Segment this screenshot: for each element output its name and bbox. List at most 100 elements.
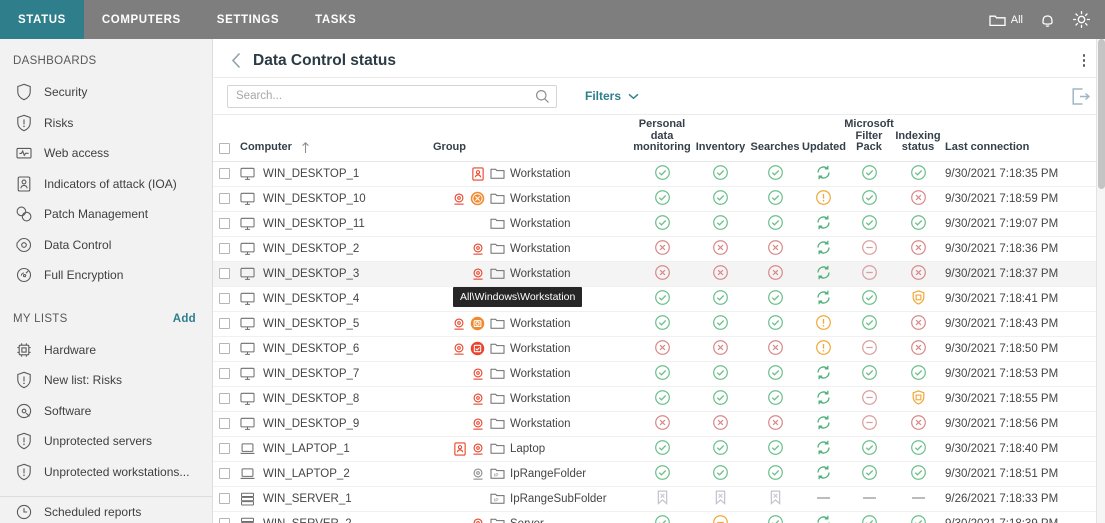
column-last-connection[interactable]: Last connection — [942, 115, 1094, 161]
table-row[interactable]: WIN_DESKTOP_2Workstation9/30/2021 7:18:3… — [213, 236, 1105, 261]
badge-camera-orange-icon[interactable] — [470, 316, 485, 331]
sidebar-item-risks[interactable]: Risks — [0, 108, 212, 139]
scope-selector[interactable]: All — [989, 13, 1023, 27]
computer-name[interactable]: WIN_DESKTOP_1 — [263, 168, 359, 180]
table-row[interactable]: WIN_DESKTOP_4All\Windows\Workstation9/30… — [213, 286, 1105, 311]
badge-gear-red-icon[interactable] — [471, 242, 485, 256]
search-input[interactable] — [236, 90, 535, 102]
row-checkbox[interactable] — [219, 168, 230, 179]
column-indexing-status[interactable]: Indexing status — [894, 115, 942, 161]
topnav-computers[interactable]: COMPUTERS — [84, 0, 199, 39]
table-row[interactable]: WIN_SERVER_2Server9/30/2021 7:18:39 PM — [213, 511, 1105, 523]
sidebar-item-patch-management[interactable]: Patch Management — [0, 199, 212, 230]
sidebar-item-unprotected-workstations[interactable]: Unprotected workstations... — [0, 457, 212, 488]
sidebar-item-security[interactable]: Security — [0, 77, 212, 108]
table-row[interactable]: WIN_DESKTOP_7Workstation9/30/2021 7:18:5… — [213, 361, 1105, 386]
table-row[interactable]: WIN_DESKTOP_1Workstation9/30/2021 7:18:3… — [213, 161, 1105, 186]
column-personal-data-monitoring[interactable]: Personal data monitoring — [631, 115, 693, 161]
badge-block-orange-icon[interactable] — [470, 191, 485, 206]
computer-name[interactable]: WIN_LAPTOP_1 — [263, 443, 350, 455]
row-checkbox[interactable] — [219, 518, 230, 523]
sidebar-item-software[interactable]: Software — [0, 396, 212, 427]
row-checkbox[interactable] — [219, 243, 230, 254]
table-row[interactable]: WIN_DESKTOP_10Workstation9/30/2021 7:18:… — [213, 186, 1105, 211]
settings-button[interactable] — [1072, 10, 1091, 29]
select-all-checkbox[interactable] — [219, 143, 230, 154]
computer-name[interactable]: WIN_DESKTOP_5 — [263, 318, 359, 330]
row-checkbox[interactable] — [219, 343, 230, 354]
page-kebab-menu-icon[interactable] — [1075, 54, 1093, 67]
sidebar-item-data-control[interactable]: Data Control — [0, 230, 212, 261]
row-checkbox[interactable] — [219, 443, 230, 454]
row-checkbox[interactable] — [219, 293, 230, 304]
topnav-status[interactable]: STATUS — [0, 0, 84, 39]
badge-gear-red-icon[interactable] — [452, 317, 466, 331]
badge-gear-red-icon[interactable] — [471, 417, 485, 431]
computer-name[interactable]: WIN_DESKTOP_2 — [263, 243, 359, 255]
badge-gear-red-icon[interactable] — [471, 442, 485, 456]
computer-name[interactable]: WIN_SERVER_2 — [263, 518, 352, 523]
topnav-tasks[interactable]: TASKS — [297, 0, 374, 39]
computer-name[interactable]: WIN_DESKTOP_8 — [263, 393, 359, 405]
row-checkbox[interactable] — [219, 468, 230, 479]
topnav-settings[interactable]: SETTINGS — [199, 0, 297, 39]
sidebar-item-unprotected-servers[interactable]: Unprotected servers — [0, 426, 212, 457]
badge-gear-red-icon[interactable] — [471, 367, 485, 381]
table-row[interactable]: WIN_SERVER_1IPIpRangeSubFolder9/26/2021 … — [213, 486, 1105, 511]
computer-name[interactable]: WIN_DESKTOP_6 — [263, 343, 359, 355]
computer-name[interactable]: WIN_DESKTOP_9 — [263, 418, 359, 430]
scrollbar-thumb[interactable] — [1098, 39, 1105, 189]
sidebar-item-indicators-of-attack-ioa[interactable]: Indicators of attack (IOA) — [0, 169, 212, 200]
badge-gear-red-icon[interactable] — [452, 342, 466, 356]
badge-gear-red-icon[interactable] — [471, 517, 485, 523]
row-checkbox[interactable] — [219, 418, 230, 429]
row-checkbox[interactable] — [219, 268, 230, 279]
table-row[interactable]: WIN_DESKTOP_8Workstation9/30/2021 7:18:5… — [213, 386, 1105, 411]
table-row[interactable]: WIN_DESKTOP_5Workstation9/30/2021 7:18:4… — [213, 311, 1105, 336]
search-box[interactable] — [227, 85, 557, 108]
row-checkbox[interactable] — [219, 193, 230, 204]
filters-button[interactable]: Filters — [585, 89, 639, 103]
table-row[interactable]: WIN_DESKTOP_3Workstation9/30/2021 7:18:3… — [213, 261, 1105, 286]
computer-name[interactable]: WIN_DESKTOP_4 — [263, 293, 359, 305]
computer-name[interactable]: WIN_LAPTOP_2 — [263, 468, 350, 480]
column-searches[interactable]: Searches — [748, 115, 802, 161]
computer-name[interactable]: WIN_DESKTOP_11 — [263, 218, 365, 230]
row-checkbox[interactable] — [219, 368, 230, 379]
table-row[interactable]: WIN_LAPTOP_1Laptop9/30/2021 7:18:40 PM — [213, 436, 1105, 461]
table-row[interactable]: WIN_LAPTOP_2IPIpRangeFolder9/30/2021 7:1… — [213, 461, 1105, 486]
search-icon[interactable] — [535, 89, 550, 104]
computer-name[interactable]: WIN_DESKTOP_7 — [263, 368, 359, 380]
row-checkbox[interactable] — [219, 218, 230, 229]
row-checkbox[interactable] — [219, 493, 230, 504]
sidebar-item-scheduled-reports[interactable]: Scheduled reports — [0, 497, 212, 523]
computer-name[interactable]: WIN_SERVER_1 — [263, 493, 352, 505]
row-checkbox[interactable] — [219, 318, 230, 329]
table-row[interactable]: WIN_DESKTOP_6Workstation9/30/2021 7:18:5… — [213, 336, 1105, 361]
sidebar-item-hardware[interactable]: Hardware — [0, 335, 212, 366]
badge-person-red-icon[interactable] — [453, 442, 467, 456]
sidebar-item-new-list-risks[interactable]: New list: Risks — [0, 365, 212, 396]
table-row[interactable]: WIN_DESKTOP_9Workstation9/30/2021 7:18:5… — [213, 411, 1105, 436]
column-group[interactable]: Group — [431, 115, 631, 161]
notifications-button[interactable] — [1039, 11, 1056, 29]
badge-gear-red-icon[interactable] — [471, 267, 485, 281]
column-computer[interactable]: Computer — [235, 115, 431, 161]
column-inventory[interactable]: Inventory — [693, 115, 748, 161]
sidebar-item-full-encryption[interactable]: Full Encryption — [0, 260, 212, 291]
badge-gear-red-icon[interactable] — [452, 192, 466, 206]
badge-gear-gray-icon[interactable] — [471, 467, 485, 481]
badge-person-red-icon[interactable] — [471, 167, 485, 181]
table-row[interactable]: WIN_DESKTOP_11Workstation9/30/2021 7:19:… — [213, 211, 1105, 236]
computer-name[interactable]: WIN_DESKTOP_3 — [263, 268, 359, 280]
chevron-left-icon[interactable] — [227, 52, 245, 70]
row-checkbox[interactable] — [219, 393, 230, 404]
vertical-scrollbar[interactable] — [1096, 39, 1105, 523]
column-updated[interactable]: Updated — [802, 115, 844, 161]
badge-gear-red-icon[interactable] — [471, 392, 485, 406]
export-icon[interactable] — [1071, 87, 1095, 106]
badge-doc-red-icon[interactable] — [470, 341, 485, 356]
computer-name[interactable]: WIN_DESKTOP_10 — [263, 193, 366, 205]
add-list-button[interactable]: Add — [173, 313, 196, 325]
column-microsoft-filter-pack[interactable]: Microsoft Filter Pack — [844, 115, 894, 161]
